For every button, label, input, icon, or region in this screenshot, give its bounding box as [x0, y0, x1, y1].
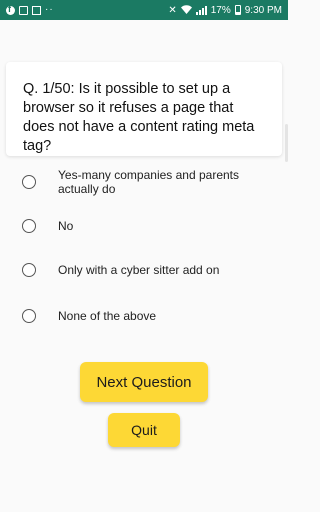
status-time: 9:30 PM	[244, 4, 282, 16]
status-left: ··	[6, 4, 54, 15]
answer-option-label: Yes-many companies and parents actually …	[58, 168, 239, 196]
next-question-button[interactable]: Next Question	[80, 362, 208, 402]
answer-option-label: Only with a cyber sitter add on	[58, 263, 220, 277]
scroll-indicator	[285, 124, 288, 162]
wifi-icon	[180, 4, 192, 16]
more-dots-icon: ··	[45, 4, 54, 15]
facebook-icon	[6, 4, 15, 15]
answer-option-label: No	[58, 219, 74, 233]
radio-button[interactable]	[22, 219, 36, 233]
status-right: ✕ 17% 9:30 PM	[168, 5, 282, 16]
battery-percent: 17%	[210, 4, 231, 16]
signal-icon	[195, 5, 207, 15]
status-bar: ·· ✕ 17% 9:30 PM	[0, 0, 288, 20]
mute-icon: ✕	[168, 4, 177, 16]
radio-button[interactable]	[22, 309, 36, 323]
question-text: Q. 1/50: Is it possible to set up a brow…	[23, 81, 255, 154]
radio-button[interactable]	[22, 263, 36, 277]
question-card: Q. 1/50: Is it possible to set up a brow…	[6, 62, 282, 156]
quiz-screen: ·· ✕ 17% 9:30 PM Q. 1/50: Is it possible…	[0, 0, 288, 512]
radio-button[interactable]	[22, 175, 36, 189]
battery-icon	[234, 5, 241, 15]
answer-option-label: None of the above	[58, 309, 157, 323]
image-icon	[19, 5, 28, 15]
quit-button[interactable]: Quit	[108, 413, 180, 447]
gmail-icon	[32, 5, 41, 15]
